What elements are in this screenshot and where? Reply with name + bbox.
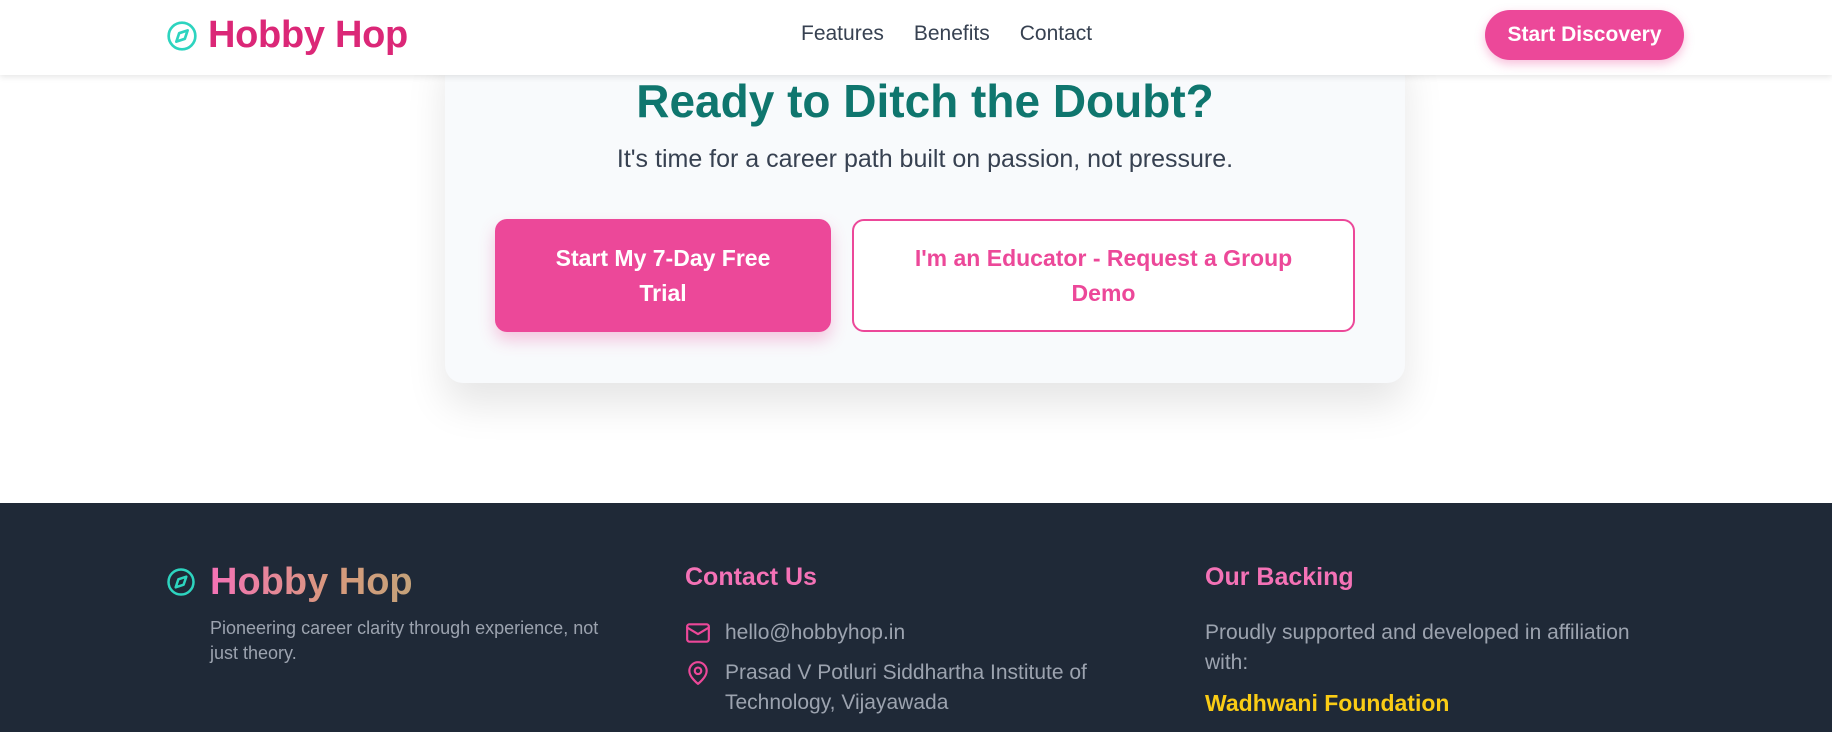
nav-link-contact[interactable]: Contact xyxy=(1020,22,1092,46)
map-pin-icon xyxy=(688,661,708,685)
main-nav: Features Benefits Contact xyxy=(801,22,1122,46)
brand-logo-link[interactable]: Hobby Hop xyxy=(166,14,408,57)
contact-email-row[interactable]: hello@hobbyhop.in xyxy=(685,618,905,648)
nav-link-features[interactable]: Features xyxy=(801,22,884,46)
educator-demo-button[interactable]: I'm an Educator - Request a Group Demo xyxy=(852,219,1355,332)
site-header: Hobby Hop Features Benefits Contact Star… xyxy=(0,0,1832,75)
compass-icon xyxy=(167,20,197,51)
contact-address-row: Prasad V Potluri Siddhartha Institute of… xyxy=(685,658,1125,718)
footer-brand-name: Hobby Hop xyxy=(210,561,413,603)
cta-subtitle: It's time for a career path built on pas… xyxy=(616,145,1234,173)
compass-icon xyxy=(167,568,195,596)
brand-name: Hobby Hop xyxy=(208,14,408,56)
start-discovery-button[interactable]: Start Discovery xyxy=(1485,10,1684,60)
footer-tagline: Pioneering career clarity through experi… xyxy=(210,618,599,663)
nav-link-benefits[interactable]: Benefits xyxy=(914,22,990,46)
cta-title: Ready to Ditch the Doubt? xyxy=(636,75,1214,127)
backing-text: Proudly supported and developed in affil… xyxy=(1205,621,1630,674)
backing-organization: Wadhwani Foundation xyxy=(1205,690,1450,716)
contact-address: Prasad V Potluri Siddhartha Institute of… xyxy=(725,661,1087,714)
contact-us-heading: Contact Us xyxy=(685,563,817,591)
our-backing-heading: Our Backing xyxy=(1205,563,1354,591)
cta-card: Ready to Ditch the Doubt? It's time for … xyxy=(445,40,1405,383)
mail-icon xyxy=(686,623,710,643)
contact-email[interactable]: hello@hobbyhop.in xyxy=(725,618,905,648)
free-trial-button[interactable]: Start My 7-Day Free Trial xyxy=(495,219,831,332)
